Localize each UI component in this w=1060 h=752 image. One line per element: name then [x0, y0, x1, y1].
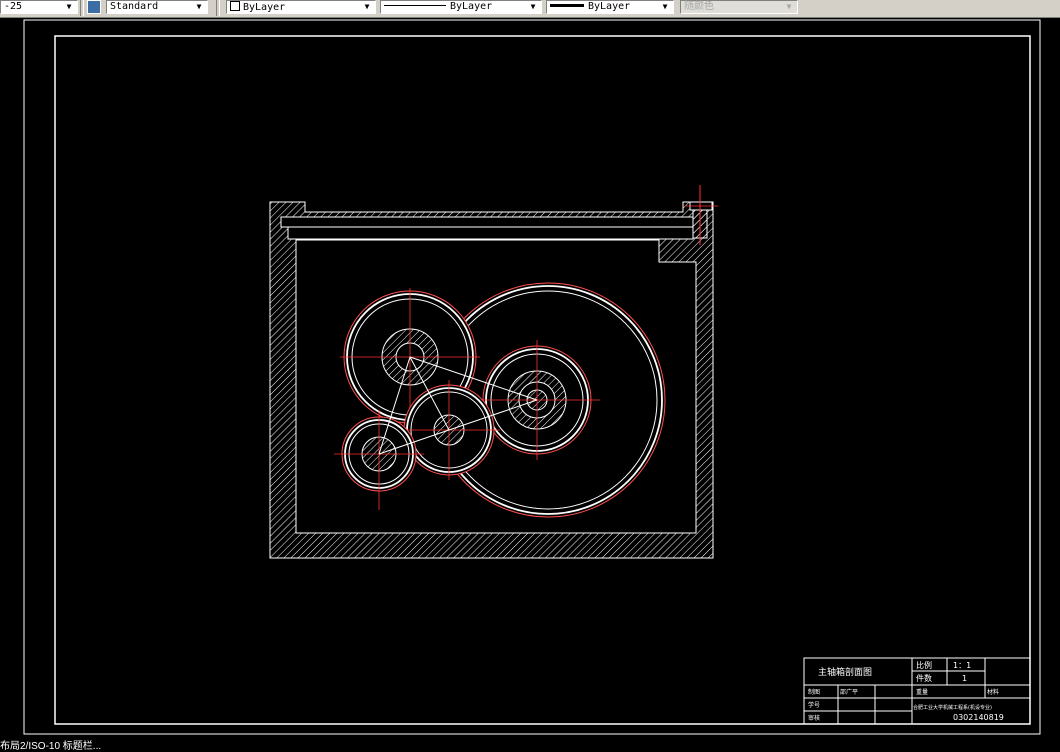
school-text: 合肥工业大学机械工程系(机设专业) — [913, 704, 992, 711]
toolbar-separator — [216, 0, 220, 16]
plotstyle-dropdown[interactable]: 随颜色 ▼ — [680, 0, 798, 14]
chevron-down-icon[interactable]: ▼ — [63, 1, 75, 13]
text-style-icon[interactable] — [87, 0, 101, 14]
linetype-sample-icon — [384, 5, 446, 6]
lineweight-dropdown[interactable]: ByLayer ▼ — [546, 0, 674, 14]
drawn-label: 制图 — [808, 688, 820, 696]
color-value: ByLayer — [243, 2, 286, 13]
text-style-value: Standard — [110, 1, 159, 12]
drawing-name: 主轴箱剖面图 — [818, 666, 872, 678]
toolbar-separator — [80, 0, 84, 16]
quantity-value: 1 — [962, 674, 967, 683]
properties-toolbar: -25 ▼ Standard ▼ ByLayer ▼ ByLayer ▼ ByL… — [0, 0, 1060, 18]
plotstyle-value: 随颜色 — [684, 1, 714, 12]
dimstyle-dropdown[interactable]: -25 ▼ — [0, 0, 78, 14]
color-dropdown[interactable]: ByLayer ▼ — [226, 0, 376, 14]
scale-value: 1：1 — [953, 661, 971, 670]
right-gear — [475, 340, 600, 460]
drawing-canvas[interactable]: 主轴箱剖面图 比例 1：1 件数 1 制图 邵广平 重量 材料 学号 合肥工业大… — [0, 17, 1060, 739]
lineweight-value: ByLayer — [588, 1, 631, 12]
color-swatch-icon — [230, 1, 240, 11]
material-label: 材料 — [987, 688, 999, 696]
chevron-down-icon[interactable]: ▼ — [783, 1, 795, 13]
lineweight-sample-icon — [550, 4, 584, 7]
command-line[interactable]: 布局2/ISO-10 标题栏... — [0, 737, 101, 752]
linetype-dropdown[interactable]: ByLayer ▼ — [380, 0, 542, 14]
chevron-down-icon[interactable]: ▼ — [659, 1, 671, 13]
chevron-down-icon[interactable]: ▼ — [193, 1, 205, 13]
drawing-number: 0302140819 — [953, 713, 1004, 722]
student-no-label: 学号 — [808, 701, 820, 709]
scale-label: 比例 — [916, 660, 932, 670]
chevron-down-icon[interactable]: ▼ — [361, 1, 373, 13]
linetype-value: ByLayer — [450, 1, 493, 12]
weight-label: 重量 — [916, 688, 928, 696]
drawn-name: 邵广平 — [840, 688, 858, 696]
quantity-label: 件数 — [916, 673, 932, 683]
dimstyle-value: -25 — [4, 1, 23, 12]
chevron-down-icon[interactable]: ▼ — [527, 1, 539, 13]
text-style-dropdown[interactable]: Standard ▼ — [106, 0, 208, 14]
review-label: 审核 — [808, 714, 820, 722]
